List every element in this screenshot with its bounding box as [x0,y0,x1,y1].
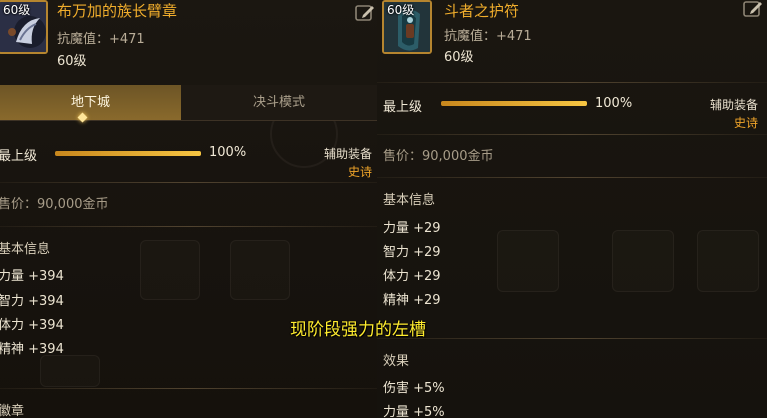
attribute-line: 体力 +394 [0,318,64,333]
attribute-line: 智力 +29 [383,245,441,260]
effect-line: 力量 +5% [383,405,445,418]
background-slot-icon [230,240,290,300]
attribute-line: 智力 +394 [0,294,64,309]
level-badge: 60级 [3,3,31,17]
max-level-bar-fill [441,101,587,106]
item-name: 布万加的族长臂章 [57,2,178,20]
background-slot-icon [612,230,674,292]
attribute-line: 力量 +29 [383,221,441,236]
level-badge: 60级 [387,3,415,17]
background-slot-icon [697,230,759,292]
max-level-percent: 100% [209,145,247,160]
resist-stat: 抗魔值：+471 [444,29,532,44]
left-item-tooltip: 60级 布万加的族长臂章 抗魔值：+471 60级 地下城 决斗模式 最上级 1… [0,0,377,418]
effect-line: 伤害 +5% [383,381,445,396]
max-level-label: 最上级 [383,100,423,115]
resist-stat: 抗魔值：+471 [57,32,145,47]
video-subtitle: 现阶段强力的左槽 [290,320,426,340]
attribute-line: 力量 +394 [0,269,64,284]
background-slot-icon [497,230,559,292]
aux-equipment-label: 辅助装备 [709,98,758,112]
tab-divider [0,120,377,121]
divider [377,134,767,135]
tab-dungeon[interactable]: 地下城 [0,85,181,121]
amulet-icon[interactable]: 60级 [382,0,432,54]
armband-icon[interactable]: 60级 [0,0,48,54]
edit-icon[interactable] [355,4,375,22]
right-item-tooltip: 60级 斗者之护符 抗魔值：+471 60级 最上级 100% 辅助装备 史诗 … [377,0,767,418]
effect-title: 效果 [383,354,410,369]
mode-tabs: 地下城 决斗模式 [0,85,377,121]
divider [377,177,767,178]
sell-price: 售价：90,000金币 [0,197,109,212]
background-slot-icon [140,240,200,300]
max-level-bar [441,101,587,106]
attribute-line: 体力 +29 [383,269,441,284]
rarity-label: 史诗 [347,165,372,179]
divider [0,182,377,183]
tab-duel[interactable]: 决斗模式 [181,85,377,121]
max-level-label: 最上级 [0,149,38,164]
background-slot-icon [40,355,100,387]
attribute-line: 精神 +394 [0,342,64,357]
basic-info-title: 基本信息 [0,242,51,257]
item-name: 斗者之护符 [444,2,520,20]
max-level-bar-fill [55,151,201,156]
divider [0,226,377,227]
aux-equipment-label: 辅助装备 [323,147,372,161]
sell-price: 售价：90,000金币 [383,149,494,164]
edit-icon[interactable] [743,0,763,18]
item-level: 60级 [57,54,87,69]
emblem-title: 徽章 [0,404,25,418]
max-level-bar [55,151,201,156]
item-level: 60级 [444,50,474,65]
max-level-percent: 100% [595,96,633,111]
rarity-label: 史诗 [733,116,758,130]
divider [377,338,767,339]
divider [377,82,767,83]
divider [0,388,377,389]
attribute-line: 精神 +29 [383,293,441,308]
basic-info-title: 基本信息 [383,193,436,208]
